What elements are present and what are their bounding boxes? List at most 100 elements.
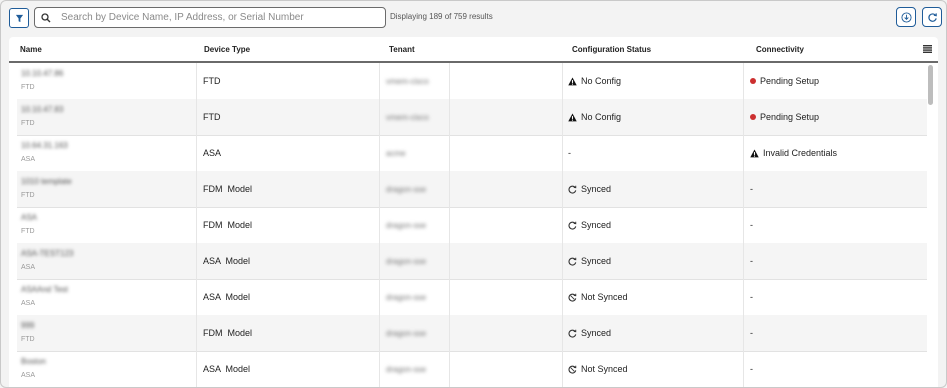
search-icon — [35, 12, 57, 23]
column-header-connectivity[interactable]: Connectivity — [756, 45, 804, 54]
device-name-cell[interactable]: Boston ASA — [17, 351, 197, 387]
tenant-blank-cell — [450, 243, 563, 279]
tenant-name: dragon-sse — [386, 256, 427, 266]
column-header-name[interactable]: Name — [20, 45, 42, 54]
configuration-status: - — [568, 148, 571, 158]
device-type-cell: FDM Model — [197, 171, 380, 207]
filter-icon — [15, 14, 23, 22]
results-count: Displaying 189 of 759 results — [390, 12, 493, 21]
configuration-status: No Config — [581, 76, 622, 86]
tenant-cell: dragon-sse — [380, 171, 450, 207]
device-inventory-panel: Displaying 189 of 759 results Name Devic… — [0, 0, 947, 388]
search-field[interactable] — [34, 7, 386, 28]
device-name: 999 — [21, 321, 35, 330]
connectivity-cell: - — [744, 243, 927, 279]
device-name-cell[interactable]: 10.64.31.163 ASA — [17, 135, 197, 171]
tenant-blank-cell — [450, 63, 563, 99]
column-header-configuration-status[interactable]: Configuration Status — [572, 45, 651, 54]
tenant-blank-cell — [450, 171, 563, 207]
vertical-scrollbar[interactable] — [926, 63, 934, 387]
tenant-name: dragon-sse — [386, 292, 427, 302]
tenant-cell: dragon-sse — [380, 279, 450, 315]
not-synced-icon — [568, 293, 577, 302]
download-button[interactable] — [896, 7, 916, 27]
device-type-cell: FTD — [197, 99, 380, 135]
table-row[interactable]: 10.64.31.163 ASA ASA acme - Invalid Credentia… — [17, 135, 927, 172]
tenant-blank-cell — [450, 351, 563, 387]
red-dot-icon — [750, 114, 756, 120]
table-row[interactable]: 10.10.47.86 FTD FTD vmem-cisco No Config Pend… — [17, 63, 927, 100]
connectivity-status: - — [750, 256, 753, 266]
tenant-name: vmem-cisco — [386, 76, 429, 86]
device-name-cell[interactable]: 10.10.47.86 FTD — [17, 63, 197, 99]
device-type-cell: ASA Model — [197, 243, 380, 279]
tenant-blank-cell — [450, 279, 563, 315]
device-type-cell: FDM Model — [197, 207, 380, 243]
device-subtype: FTD — [21, 120, 35, 127]
configuration-status-cell: Not Synced — [562, 279, 744, 315]
tenant-name: dragon-sse — [386, 364, 427, 374]
connectivity-status: - — [750, 184, 753, 194]
device-type: FDM Model — [203, 184, 253, 194]
configuration-status: Synced — [581, 328, 612, 338]
connectivity-cell: - — [744, 171, 927, 207]
tenant-cell: dragon-sse — [380, 243, 450, 279]
device-name-cell[interactable]: 999 FTD — [17, 315, 197, 351]
device-subtype: FTD — [21, 84, 35, 91]
table-row[interactable]: 999 FTD FDM Model dragon-sse Synced - — [17, 315, 927, 352]
device-type-cell: FDM Model — [197, 315, 380, 351]
table-row[interactable]: 1010 template FTD FDM Model dragon-sse Synce… — [17, 171, 927, 208]
synced-icon — [568, 185, 577, 194]
device-name-cell[interactable]: ASA FTD — [17, 207, 197, 243]
tenant-cell: vmem-cisco — [380, 63, 450, 99]
table-row[interactable]: ASAAnd Test ASA ASA Model dragon-sse Not Syn… — [17, 279, 927, 316]
tenant-cell: acme — [380, 135, 450, 171]
device-name: 10.64.31.163 — [21, 141, 68, 150]
configuration-status: Synced — [581, 184, 612, 194]
table-row[interactable]: Boston ASA ASA Model dragon-sse Not Synced - — [17, 351, 927, 387]
filter-button[interactable] — [9, 8, 29, 28]
configuration-status-cell: Synced — [562, 315, 744, 351]
device-type: ASA Model — [203, 364, 251, 374]
device-name-cell[interactable]: ASA-TEST123 ASA — [17, 243, 197, 279]
configuration-status-cell: Synced — [562, 243, 744, 279]
refresh-button[interactable] — [922, 7, 942, 27]
scrollbar-thumb[interactable] — [928, 65, 933, 105]
column-menu-icon[interactable] — [923, 45, 932, 53]
device-name-cell[interactable]: 1010 template FTD — [17, 171, 197, 207]
table-header: Name Device Type Tenant Configuration St… — [9, 37, 938, 63]
table-row[interactable]: 10.10.47.83 FTD FTD vmem-cisco No Config Pend… — [17, 99, 927, 136]
device-name-cell[interactable]: ASAAnd Test ASA — [17, 279, 197, 315]
configuration-status: Synced — [581, 256, 612, 266]
device-name: Boston — [21, 357, 46, 366]
device-type-cell: ASA Model — [197, 279, 380, 315]
table-row[interactable]: ASA FTD FDM Model dragon-sse Synced - — [17, 207, 927, 244]
column-header-tenant[interactable]: Tenant — [389, 45, 415, 54]
warning-icon — [568, 76, 577, 86]
table-row[interactable]: ASA-TEST123 ASA ASA Model dragon-sse Synced - — [17, 243, 927, 280]
device-subtype: ASA — [21, 156, 36, 163]
device-name: ASA — [21, 213, 38, 222]
connectivity-cell: Pending Setup — [744, 99, 927, 135]
column-header-device-type[interactable]: Device Type — [204, 45, 250, 54]
device-name: 10.10.47.83 — [21, 105, 64, 114]
connectivity-status: - — [750, 220, 753, 230]
search-input[interactable] — [57, 12, 385, 23]
synced-icon — [568, 329, 577, 338]
connectivity-cell: Invalid Credentials — [744, 135, 927, 171]
connectivity-status: Invalid Credentials — [763, 148, 838, 158]
device-subtype: FTD — [21, 336, 35, 343]
device-name: ASAAnd Test — [21, 285, 68, 294]
tenant-blank-cell — [450, 135, 563, 171]
connectivity-status: Pending Setup — [760, 112, 820, 122]
configuration-status-cell: - — [562, 135, 744, 171]
tenant-name: dragon-sse — [386, 328, 427, 338]
warning-icon — [750, 148, 759, 158]
configuration-status-cell: Synced — [562, 171, 744, 207]
warning-icon — [568, 112, 577, 122]
device-type: ASA Model — [203, 292, 251, 302]
device-name-cell[interactable]: 10.10.47.83 FTD — [17, 99, 197, 135]
connectivity-cell: - — [744, 351, 927, 387]
download-icon — [900, 11, 912, 23]
refresh-icon — [927, 12, 937, 22]
